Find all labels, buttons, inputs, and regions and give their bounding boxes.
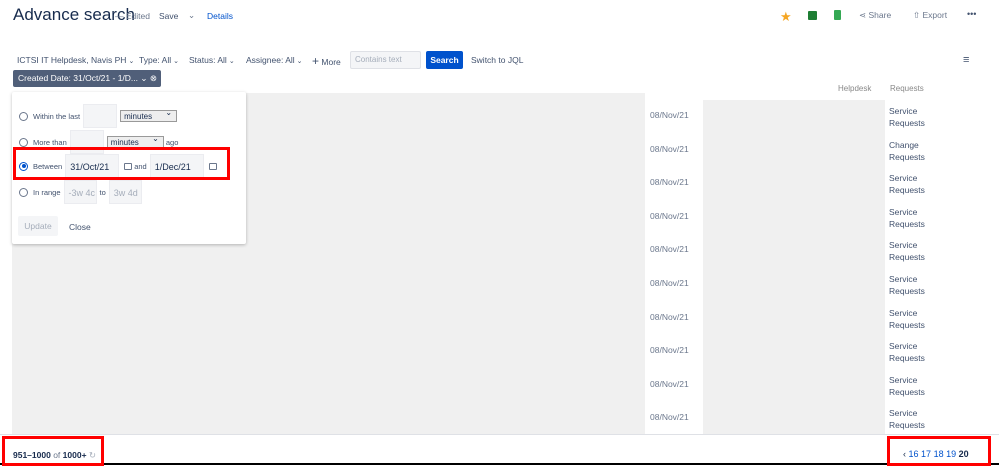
table-row[interactable]: 08/Nov/21 Service Requests	[645, 268, 999, 302]
created-date: 08/Nov/21	[650, 210, 689, 221]
within-last-input[interactable]	[83, 104, 118, 128]
more-actions-button[interactable]: •••	[967, 9, 976, 19]
edited-label: — Edited	[115, 11, 150, 21]
save-dropdown-icon[interactable]: ⌄	[188, 10, 195, 21]
range-to-input[interactable]: 3w 4d	[108, 180, 142, 204]
star-icon[interactable]: ★	[780, 9, 792, 25]
close-button[interactable]: Close	[69, 222, 91, 232]
excel-icon[interactable]	[808, 11, 817, 20]
project-filter-label: ICTSI IT Helpdesk, Navis PH	[17, 55, 127, 65]
share-button[interactable]: ⋖ Share	[859, 10, 891, 21]
type-filter-label: Type: All	[139, 55, 172, 65]
request-type: Change Requests	[889, 139, 925, 162]
status-filter[interactable]: Status: All ⌄	[189, 55, 235, 65]
edited-text: Edited	[125, 11, 150, 21]
request-type: Service Requests	[889, 274, 925, 296]
search-button[interactable]: Search	[426, 51, 463, 69]
table-row[interactable]: 08/Nov/21 Service Requests	[645, 167, 999, 201]
more-filters-label: More	[321, 57, 341, 67]
highlight-between	[13, 147, 230, 180]
table-row[interactable]: 08/Nov/21 Service Requests	[645, 234, 999, 268]
table-row[interactable]: 08/Nov/21 Service Requests	[645, 335, 999, 369]
partial-row-cell: Helpdesk	[838, 84, 872, 93]
save-button[interactable]: Save	[159, 11, 178, 21]
project-filter[interactable]: ICTSI IT Helpdesk, Navis PH ⌄	[17, 55, 134, 65]
sheets-icon[interactable]	[834, 10, 841, 20]
assignee-filter[interactable]: Assignee: All ⌄	[246, 55, 303, 65]
radio-in-range[interactable]	[19, 187, 28, 197]
highlight-pagination	[887, 436, 991, 466]
request-type: Service Requests	[889, 206, 925, 229]
table-row[interactable]: 08/Nov/21 Service Requests	[645, 402, 999, 436]
option-within-last[interactable]: Within the last minutes	[19, 104, 178, 128]
details-link[interactable]: Details	[207, 11, 233, 21]
range-from-input[interactable]: -3w 4c	[63, 180, 97, 204]
request-type: Service Requests	[889, 173, 925, 196]
option-in-range[interactable]: In range -3w 4c to 3w 4d	[19, 180, 145, 204]
chevron-down-icon: ⌄	[140, 73, 148, 83]
request-type: Service Requests	[889, 408, 925, 431]
created-date-filter-chip[interactable]: Created Date: 31/Oct/21 - 1/D... ⌄ ⊗	[13, 70, 161, 87]
switch-jql-link[interactable]: Switch to JQL	[471, 55, 523, 65]
plus-icon: +	[312, 54, 320, 68]
created-date: 08/Nov/21	[650, 177, 689, 188]
more-than-label: More than	[33, 137, 67, 147]
update-button[interactable]: Update	[18, 216, 58, 236]
more-filters-button[interactable]: + More	[312, 54, 341, 68]
share-label: Share	[868, 10, 892, 20]
chip-label: Created Date: 31/Oct/21 - 1/D...	[18, 73, 139, 83]
created-date: 08/Nov/21	[650, 378, 689, 389]
divider	[0, 434, 999, 435]
created-date: 08/Nov/21	[650, 311, 689, 322]
table-row[interactable]: 08/Nov/21 Service Requests	[645, 100, 999, 134]
request-type: Service Requests	[889, 240, 925, 263]
to-label: to	[99, 187, 106, 197]
footer-divider	[0, 463, 999, 465]
highlight-count	[2, 436, 104, 466]
in-range-label: In range	[33, 187, 61, 197]
assignee-filter-label: Assignee: All	[246, 55, 295, 65]
table-row[interactable]: 08/Nov/21 Change Requests	[645, 134, 999, 168]
radio-more-than[interactable]	[19, 137, 28, 147]
within-unit-select[interactable]: minutes	[120, 108, 178, 122]
created-date: 08/Nov/21	[650, 345, 689, 356]
ago-label: ago	[165, 137, 179, 147]
export-label: Export	[922, 10, 948, 20]
request-type: Service Requests	[889, 341, 925, 364]
within-last-label: Within the last	[33, 111, 81, 121]
created-date: 08/Nov/21	[650, 143, 689, 154]
table-row[interactable]: 08/Nov/21 Service Requests	[645, 201, 999, 235]
table-row[interactable]: 08/Nov/21 Service Requests	[645, 369, 999, 403]
contains-text-input[interactable]: Contains text	[350, 51, 421, 69]
column-menu-icon[interactable]: ≡	[963, 54, 969, 66]
type-filter[interactable]: Type: All ⌄	[139, 55, 179, 65]
table-row[interactable]: 08/Nov/21 Service Requests	[645, 302, 999, 336]
created-date: 08/Nov/21	[650, 244, 689, 255]
request-type: Service Requests	[889, 374, 925, 397]
request-type: Service Requests	[889, 106, 925, 128]
clear-filter-icon[interactable]: ⊗	[150, 73, 157, 83]
request-type: Service Requests	[889, 307, 925, 330]
status-filter-label: Status: All	[189, 55, 227, 65]
created-date: 08/Nov/21	[650, 110, 689, 120]
created-date: 08/Nov/21	[650, 412, 689, 423]
partial-row-type: Requests	[890, 84, 924, 93]
created-date: 08/Nov/21	[650, 278, 689, 288]
radio-within-last[interactable]	[19, 111, 28, 121]
export-button[interactable]: ⇧ Export	[913, 10, 947, 21]
